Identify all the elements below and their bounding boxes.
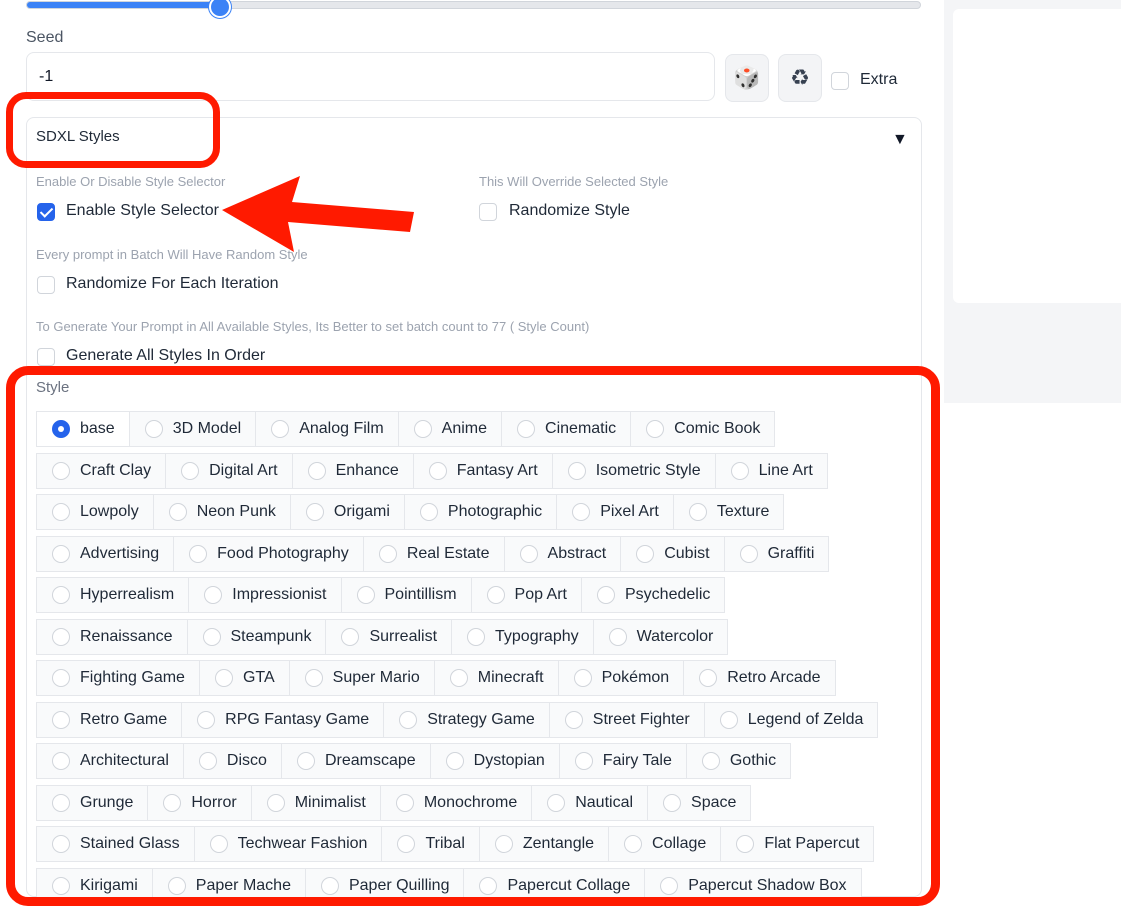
output-panel — [953, 9, 1121, 303]
collapse-arrow-icon[interactable]: ▼ — [892, 131, 908, 149]
randomize-style-label: Randomize Style — [509, 202, 630, 219]
hint-enable: Enable Or Disable Style Selector — [36, 174, 226, 189]
highlight-box-styles — [6, 366, 940, 906]
extra-label: Extra — [860, 71, 898, 88]
hint-generate: To Generate Your Prompt in All Available… — [36, 319, 590, 334]
enable-style-selector-checkbox[interactable] — [37, 203, 55, 221]
generate-all-label: Generate All Styles In Order — [66, 347, 266, 364]
slider-thumb[interactable] — [209, 0, 232, 18]
slider-track[interactable] — [26, 0, 921, 18]
random-seed-button[interactable]: 🎲 — [725, 54, 769, 102]
generate-all-checkbox[interactable] — [37, 348, 55, 366]
randomize-style-checkbox[interactable] — [479, 203, 497, 221]
dice-icon: 🎲 — [733, 65, 761, 90]
randomize-iteration-checkbox[interactable] — [37, 276, 55, 294]
randomize-iteration-label: Randomize For Each Iteration — [66, 275, 279, 292]
hint-override: This Will Override Selected Style — [479, 174, 669, 189]
reuse-seed-button[interactable]: ♻ — [778, 54, 822, 102]
annotation-arrow-icon — [222, 176, 414, 252]
enable-style-selector-label: Enable Style Selector — [66, 202, 219, 219]
highlight-box-title — [6, 92, 220, 168]
seed-label: Seed — [26, 29, 64, 46]
slider-fill — [27, 2, 219, 8]
recycle-icon: ♻ — [790, 65, 810, 90]
extra-checkbox[interactable] — [831, 72, 849, 90]
